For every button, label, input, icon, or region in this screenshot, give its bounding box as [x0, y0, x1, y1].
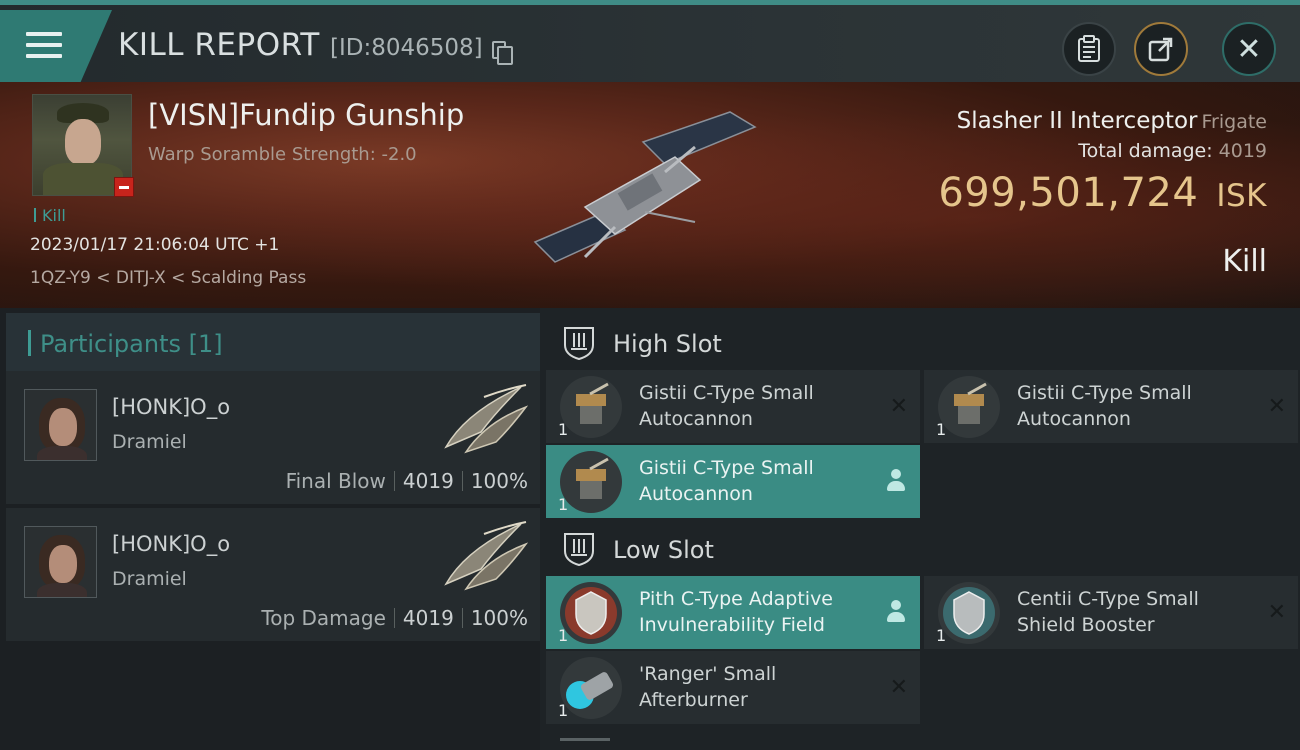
participant-stats: Final Blow 4019 100% — [286, 469, 528, 493]
low-slot-label: Low Slot — [613, 536, 714, 564]
close-button[interactable]: ✕ — [1222, 22, 1276, 76]
total-damage-value: 4019 — [1218, 140, 1267, 162]
isk-value: 699,501,724 ISK — [938, 170, 1267, 216]
autocannon-icon — [560, 376, 622, 438]
total-damage-label: Total damage: — [1078, 140, 1213, 162]
ship-class: Frigate — [1201, 111, 1267, 133]
module-quantity: 1 — [936, 420, 947, 439]
autocannon-icon — [938, 376, 1000, 438]
kill-tag: Kill — [34, 206, 66, 225]
participant-percent: 100% — [470, 469, 528, 493]
module-item[interactable]: 1 Pith C-Type Adaptive Invulnerability F… — [546, 576, 920, 649]
high-slot-header: High Slot — [546, 312, 1300, 374]
participant-role: Final Blow — [285, 469, 386, 493]
module-name: Gistii C-Type Small Autocannon — [639, 382, 814, 430]
participant-name: [HONK]O_o — [112, 532, 231, 556]
share-icon — [1148, 37, 1173, 62]
menu-button[interactable] — [0, 10, 112, 82]
module-name: 'Ranger' Small Afterburner — [639, 663, 777, 711]
shield-booster-icon — [938, 582, 1000, 644]
participant-damage: 4019 — [402, 606, 454, 630]
hamburger-icon — [26, 32, 62, 65]
module-name: Gistii C-Type Small Autocannon — [1017, 382, 1192, 430]
destroyed-icon: ✕ — [1267, 600, 1286, 625]
kill-location: 1QZ-Y9 < DITJ-X < Scalding Pass — [30, 268, 307, 288]
module-quantity: 1 — [558, 495, 569, 514]
isk-unit: ISK — [1216, 178, 1267, 214]
afterburner-icon — [560, 657, 622, 719]
participants-panel: Participants [1] [HONK]O_o Dramiel Final… — [0, 308, 540, 750]
warp-scramble-strength: Warp Soramble Strength: -2.0 — [148, 144, 417, 165]
module-item[interactable]: 1 'Ranger' Small Afterburner ✕ — [546, 651, 920, 724]
copy-icon[interactable] — [492, 41, 513, 65]
victim-name[interactable]: [VISN]Fundip Gunship — [148, 98, 464, 132]
mid-slot-header-peek — [560, 738, 610, 750]
security-status-badge — [114, 177, 134, 197]
result-label: Kill — [1222, 244, 1267, 279]
module-name: Pith C-Type Adaptive Invulnerability Fie… — [639, 588, 833, 636]
close-icon: ✕ — [1236, 31, 1262, 67]
module-name: Gistii C-Type Small Autocannon — [639, 457, 814, 505]
share-button[interactable] — [1134, 22, 1188, 76]
participants-header[interactable]: Participants [1] — [6, 313, 540, 371]
participant-name: [HONK]O_o — [112, 395, 231, 419]
total-damage: Total damage: 4019 — [1078, 140, 1267, 162]
participant-avatar[interactable] — [24, 389, 97, 461]
victim-banner: Kill [VISN]Fundip Gunship Warp Soramble … — [0, 82, 1300, 308]
victim-ship-name[interactable]: Slasher II Interceptor Frigate — [957, 108, 1267, 134]
participant-ship: Dramiel — [112, 568, 187, 590]
dropped-person-icon — [886, 600, 906, 624]
title-bar: KILL REPORT [ID:8046508] ✕ — [0, 0, 1300, 82]
participant-percent: 100% — [470, 606, 528, 630]
ship-name-text: Slasher II Interceptor — [956, 108, 1198, 134]
isk-amount: 699,501,724 — [938, 170, 1199, 216]
destroyed-icon: ✕ — [889, 394, 908, 419]
module-quantity: 1 — [558, 420, 569, 439]
module-item[interactable]: 1 Gistii C-Type Small Autocannon ✕ — [546, 370, 920, 443]
participants-header-label: Participants [1] — [40, 330, 223, 358]
participant-avatar[interactable] — [24, 526, 97, 598]
low-slot-icon — [564, 533, 594, 567]
participant-card[interactable]: [HONK]O_o Dramiel Final Blow 4019 100% — [6, 371, 540, 504]
clipboard-icon — [1078, 35, 1100, 62]
fitting-panel: High Slot 1 Gistii C-Type Small Autocann… — [540, 308, 1300, 750]
participant-damage: 4019 — [402, 469, 454, 493]
invulnerability-field-icon — [560, 582, 622, 644]
module-item[interactable]: 1 Centii C-Type Small Shield Booster ✕ — [924, 576, 1298, 649]
kill-date: 2023/01/17 21:06:04 UTC +1 — [30, 235, 280, 255]
high-slot-label: High Slot — [613, 330, 722, 358]
victim-ship-image — [533, 111, 757, 263]
module-quantity: 1 — [558, 701, 569, 720]
destroyed-icon: ✕ — [1267, 394, 1286, 419]
participant-card[interactable]: [HONK]O_o Dramiel Top Damage 4019 100% — [6, 508, 540, 641]
module-name: Centii C-Type Small Shield Booster — [1017, 588, 1199, 636]
module-quantity: 1 — [558, 626, 569, 645]
clipboard-button[interactable] — [1062, 22, 1116, 76]
module-item[interactable]: 1 Gistii C-Type Small Autocannon ✕ — [924, 370, 1298, 443]
participant-ship-image — [444, 384, 529, 454]
participant-ship-image — [444, 521, 529, 591]
participant-ship: Dramiel — [112, 431, 187, 453]
dropped-person-icon — [886, 469, 906, 493]
module-item[interactable]: 1 Gistii C-Type Small Autocannon — [546, 445, 920, 518]
participant-stats: Top Damage 4019 100% — [261, 606, 528, 630]
module-quantity: 1 — [936, 626, 947, 645]
low-slot-header: Low Slot — [546, 518, 1300, 580]
autocannon-icon — [560, 451, 622, 513]
high-slot-icon — [564, 327, 594, 361]
participant-role: Top Damage — [261, 606, 386, 630]
page-title: KILL REPORT — [118, 27, 320, 63]
destroyed-icon: ✕ — [889, 675, 908, 700]
report-id: [ID:8046508] — [330, 35, 483, 61]
